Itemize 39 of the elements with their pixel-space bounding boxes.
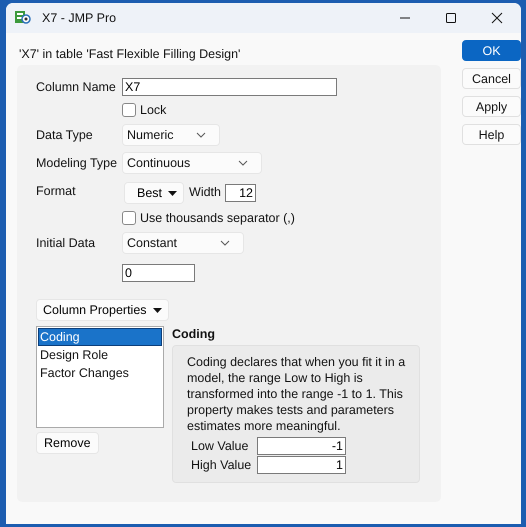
low-value-field[interactable]: -1 [257,437,346,455]
dialog-button[interactable]: Help [462,124,521,145]
format-dropdown[interactable]: Best [124,182,184,204]
dialog-heading: 'X7' in table 'Fast Flexible Filling Design' [18,46,242,63]
section-title: Coding [172,326,216,343]
field-label: Column Name [36,80,117,94]
close-icon[interactable] [491,12,503,24]
window-title: X7 - JMP Pro [42,11,116,25]
modeling-type-dropdown[interactable]: Continuous [122,152,262,174]
ok-button[interactable]: OK [462,40,521,61]
field-label: Initial Data [36,235,96,250]
width-label: Width [189,185,221,199]
field-label: Modeling Type [36,155,118,170]
dialog-button[interactable]: Cancel [462,68,521,89]
initial-data-dropdown[interactable]: Constant [122,232,244,254]
list-item[interactable]: Design Role [38,346,162,364]
field-label: High Value [190,458,252,472]
width-field[interactable]: 12 [224,184,256,202]
column-properties-dropdown[interactable]: Column Properties [36,299,169,321]
high-value-field[interactable]: 1 [257,456,346,474]
remove-button[interactable]: Remove [36,432,99,454]
caret-down-icon [168,190,178,196]
chevron-down-icon [196,132,206,138]
maximize-icon[interactable] [445,12,457,24]
dialog-button[interactable]: Apply [462,96,521,117]
data-type-dropdown[interactable]: Numeric [122,124,220,146]
thousands-separator-checkbox[interactable]: Use thousands separator (,) [122,210,441,226]
caret-down-icon [152,308,162,312]
list-item[interactable]: Factor Changes [38,364,162,382]
field-label: Low Value [190,439,250,453]
chevron-down-icon [220,240,230,246]
column-name-field[interactable]: X7 [122,78,337,96]
constant-value-field[interactable]: 0 [122,264,195,282]
list-item[interactable]: Coding [38,328,162,346]
chevron-down-icon [238,160,248,166]
field-label: Data Type [36,127,94,142]
lock-checkbox[interactable]: Lock [122,102,441,118]
field-label: Format [36,183,77,198]
coding-description: Coding declares that when you fit it in a model, the range Low to High is transformed into the range -1 to 1. This property makes tests and parameters estimates more meaningful. [187,354,406,434]
